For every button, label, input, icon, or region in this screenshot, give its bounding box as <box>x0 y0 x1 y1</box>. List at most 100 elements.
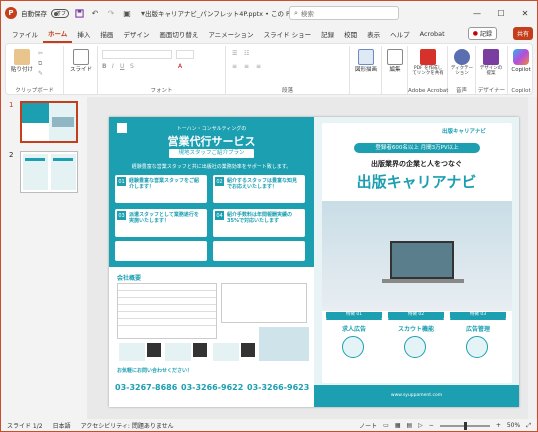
acrobat-group-label: Adobe Acrobat <box>408 88 449 94</box>
tab-insert[interactable]: 挿入 <box>72 25 95 43</box>
cut-icon[interactable]: ✂ <box>38 50 43 57</box>
tab-record[interactable]: 記録 <box>316 25 339 43</box>
bullets-icon[interactable]: ☰ <box>232 50 237 57</box>
accessibility-status[interactable]: アクセシビリティ: 問題ありません <box>81 421 174 430</box>
right-logo: 出版キャリアナビ <box>442 129 486 135</box>
design-ideas-button[interactable]: デザインの提案 <box>478 49 504 77</box>
font-size-select[interactable] <box>176 50 194 59</box>
align-right-icon[interactable]: ≡ <box>256 63 261 70</box>
laptop-screen <box>390 241 454 279</box>
underline-icon[interactable]: U <box>120 63 124 70</box>
company-table <box>117 283 217 339</box>
minimize-button[interactable]: — <box>465 1 489 25</box>
bold-icon[interactable]: B <box>102 63 107 70</box>
italic-icon[interactable]: I <box>112 63 114 70</box>
zoom-level[interactable]: 50% <box>507 422 520 429</box>
autosave-label: 自動保存 <box>21 10 47 18</box>
tab-draw[interactable]: 描画 <box>95 25 118 43</box>
service-box-4: 04 紹介手数料は年間報酬実績の35%で対応いたします <box>213 209 305 237</box>
align-left-icon[interactable]: ≡ <box>232 63 237 70</box>
slideshow-view-icon[interactable]: ▷ <box>418 422 423 429</box>
share-button[interactable]: 共有 <box>512 27 533 40</box>
ad-icon <box>342 336 364 358</box>
copilot-button[interactable]: Copilot <box>510 49 532 73</box>
current-slide[interactable]: トーハン・コンサルティングの 営業代行サービス 現地スタッフご紹介プラン 経験豊… <box>109 117 519 407</box>
right-footer: www.syuppament.com <box>314 385 519 407</box>
tab-transitions[interactable]: 画面切り替え <box>154 25 203 43</box>
service-box-2: 02 紹介するスタッフは豊富な知見でお応えいたします！ <box>213 175 305 203</box>
pdf-icon <box>420 49 436 65</box>
tab-home[interactable]: ホーム <box>43 25 73 43</box>
designer-group: デザインの提案 デザイナー <box>476 46 508 94</box>
font-group: B I U S A フォント <box>98 46 226 94</box>
slide-right-page: 出版キャリアナビ 登録者600名以上 月間3万PV以上 出版業界の企業と人をつな… <box>314 117 519 407</box>
search-input[interactable]: ⌕ 検索 <box>289 6 399 20</box>
slide-thumbnail-2[interactable] <box>20 151 78 193</box>
record-button[interactable]: ● 記録 <box>467 27 497 40</box>
numbering-icon[interactable]: ☷ <box>244 50 249 57</box>
laptop-photo <box>322 201 512 311</box>
tab-design[interactable]: デザイン <box>118 25 154 43</box>
normal-view-icon[interactable]: ▭ <box>383 422 389 429</box>
copy-icon[interactable]: ⧉ <box>38 60 42 68</box>
drawing-group: 図形描画 <box>350 46 382 94</box>
header-sub: トーハン・コンサルティングの <box>176 126 247 132</box>
language-indicator[interactable]: 日本語 <box>53 421 71 430</box>
paste-icon <box>14 49 30 65</box>
present-icon[interactable]: ▣ <box>121 7 133 19</box>
new-slide-button[interactable]: スライド <box>69 49 93 73</box>
right-stat-badge: 登録者600名以上 月間3万PV以上 <box>354 143 480 153</box>
tab-view[interactable]: 表示 <box>362 25 385 43</box>
zoom-in-icon[interactable]: + <box>496 422 501 429</box>
ribbon-tabs: ファイル ホーム 挿入 描画 デザイン 画面切り替え アニメーション スライド … <box>1 25 537 43</box>
align-center-icon[interactable]: ≡ <box>244 63 249 70</box>
access-box <box>221 283 307 323</box>
maximize-button[interactable]: ☐ <box>489 1 513 25</box>
font-name-select[interactable] <box>102 50 172 59</box>
phone-2: 03-3266-9622 <box>181 383 244 392</box>
font-color-icon[interactable]: A <box>178 63 182 70</box>
save-icon[interactable] <box>73 7 85 19</box>
copilot-group: Copilot Copilot <box>508 46 534 94</box>
shapes-button[interactable]: 図形描画 <box>354 49 378 73</box>
qr-code-3 <box>213 343 239 361</box>
vertical-scrollbar[interactable] <box>528 97 536 419</box>
notes-button[interactable]: ノート <box>359 421 377 430</box>
strikethrough-icon[interactable]: S <box>130 63 134 70</box>
slide-thumbnail-1[interactable] <box>20 101 78 143</box>
fit-slide-icon[interactable]: ⤢ <box>526 422 531 430</box>
shapes-icon <box>358 49 374 65</box>
feature-card-1: 特徴 01 求人広告 <box>326 312 382 381</box>
reading-view-icon[interactable]: ▤ <box>406 422 412 429</box>
status-bar: スライド 1/2 日本語 アクセシビリティ: 問題ありません ノート ▭ ▦ ▤… <box>1 419 537 431</box>
autosave-toggle[interactable]: オフ <box>51 8 69 18</box>
paragraph-group-label: 段落 <box>281 88 293 94</box>
clipboard-group: 貼り付け ✂ ⧉ ✎ クリップボード <box>6 46 64 94</box>
search-icon: ⌕ <box>294 8 298 17</box>
new-slide-icon <box>73 49 89 65</box>
create-pdf-button[interactable]: PDF を作成してリンクを共有 <box>412 49 444 77</box>
tab-animations[interactable]: アニメーション <box>203 25 258 43</box>
undo-icon[interactable]: ↶ <box>89 7 101 19</box>
zoom-slider[interactable] <box>439 421 490 430</box>
tab-help[interactable]: ヘルプ <box>385 25 415 43</box>
slide-sorter-icon[interactable]: ▦ <box>395 422 401 429</box>
close-button[interactable]: ✕ <box>513 1 537 25</box>
service-illustration-2 <box>213 241 305 261</box>
tab-file[interactable]: ファイル <box>7 25 43 43</box>
editing-button[interactable]: 編集 <box>384 49 406 73</box>
contact-title: お気軽にお問い合わせください！ <box>117 368 193 374</box>
designer-icon <box>483 49 499 65</box>
format-painter-icon[interactable]: ✎ <box>38 70 43 77</box>
tab-review[interactable]: 校閲 <box>339 25 362 43</box>
tab-acrobat[interactable]: Acrobat <box>415 25 450 43</box>
redo-icon[interactable]: ↷ <box>105 7 117 19</box>
feature-card-3: 特徴 03 広告管理 <box>450 312 506 381</box>
qr-icon-3 <box>241 343 255 357</box>
paste-button[interactable]: 貼り付け <box>10 49 34 73</box>
zoom-out-icon[interactable]: − <box>429 422 434 429</box>
paragraph-group: ☰ ☷ ≡ ≡ ≡ 段落 <box>226 46 350 94</box>
dictate-button[interactable]: ディクテーション <box>450 49 474 77</box>
tab-slideshow[interactable]: スライド ショー <box>259 25 317 43</box>
status-right: ノート ▭ ▦ ▤ ▷ − + 50% ⤢ <box>359 419 531 431</box>
